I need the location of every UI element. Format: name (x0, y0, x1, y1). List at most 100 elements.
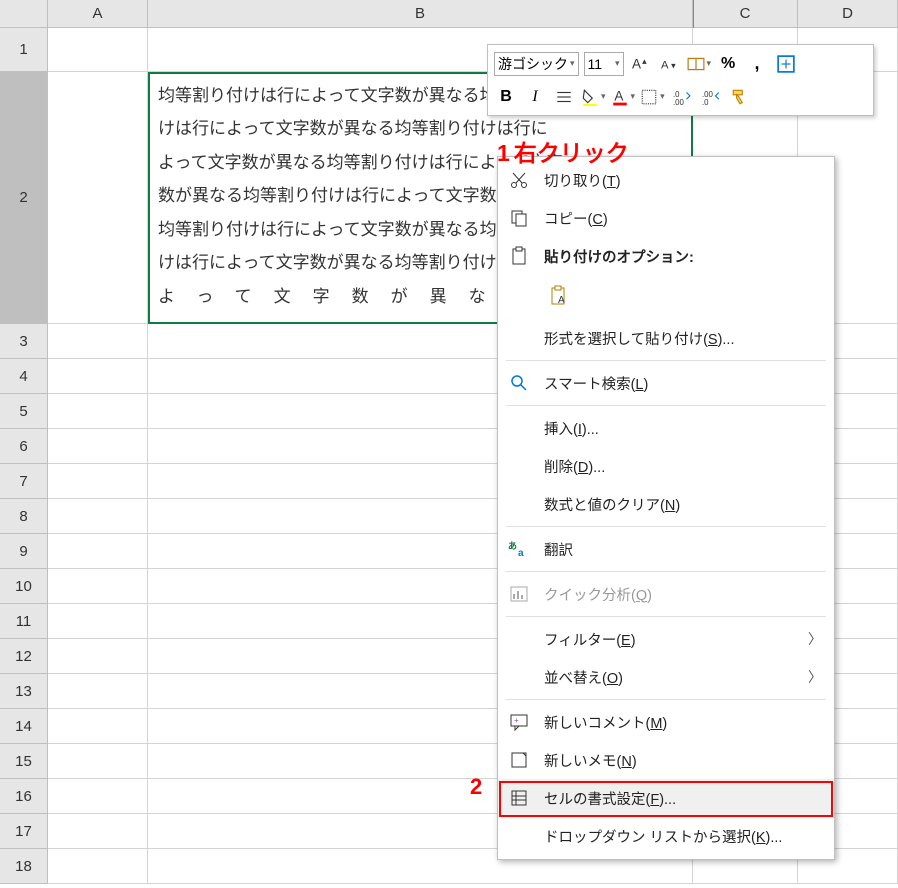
cell[interactable] (48, 849, 148, 884)
cell[interactable] (48, 499, 148, 534)
fill-color-button[interactable]: ▾ (581, 84, 606, 110)
menu-copy[interactable]: コピー(C) (498, 199, 834, 237)
row-header-2[interactable]: 2 (0, 72, 48, 324)
borders-button[interactable]: ▾ (640, 84, 665, 110)
italic-button[interactable]: I (523, 84, 547, 110)
svg-text:▾: ▾ (671, 60, 676, 70)
quick-analysis-icon (506, 581, 532, 607)
row-header-8[interactable]: 8 (0, 499, 48, 534)
svg-text:あ: あ (508, 541, 517, 551)
menu-separator (506, 699, 826, 700)
svg-text:.00: .00 (673, 97, 685, 105)
cell[interactable] (48, 779, 148, 814)
svg-text:.0: .0 (702, 97, 709, 105)
chevron-down-icon: ▾ (570, 58, 575, 69)
col-header-C[interactable]: C (693, 0, 798, 28)
increase-decimal-button[interactable]: .0.00 (670, 84, 694, 110)
font-name: 游ゴシック (498, 54, 568, 74)
row-header-14[interactable]: 14 (0, 709, 48, 744)
cell[interactable] (48, 604, 148, 639)
menu-format-cells[interactable]: セルの書式設定(F)... (498, 779, 834, 817)
row-header-9[interactable]: 9 (0, 534, 48, 569)
menu-label: フィルター(E) (544, 629, 796, 650)
conditional-format-button[interactable] (774, 51, 798, 77)
row-header-1[interactable]: 1 (0, 28, 48, 72)
menu-filter[interactable]: フィルター(E) 〉 (498, 620, 834, 658)
cell[interactable] (48, 534, 148, 569)
blank-icon (506, 626, 532, 652)
menu-new-note[interactable]: 新しいメモ(N) (498, 741, 834, 779)
row-header-12[interactable]: 12 (0, 639, 48, 674)
col-divider (693, 0, 694, 28)
cell[interactable] (48, 359, 148, 394)
align-button[interactable] (552, 84, 576, 110)
row-header-18[interactable]: 18 (0, 849, 48, 884)
menu-label: 数式と値のクリア(N) (544, 494, 822, 515)
font-size-select[interactable]: 11 ▾ (584, 52, 624, 76)
select-all-corner[interactable] (0, 0, 48, 28)
cell[interactable] (48, 814, 148, 849)
row-header-13[interactable]: 13 (0, 674, 48, 709)
menu-translate[interactable]: あa 翻訳 (498, 530, 834, 568)
col-header-B[interactable]: B (148, 0, 693, 28)
increase-font-button[interactable]: A▴ (629, 51, 653, 77)
menu-paste-special[interactable]: 形式を選択して貼り付け(S)... (498, 319, 834, 357)
row-header-16[interactable]: 16 (0, 779, 48, 814)
blank-icon (506, 415, 532, 441)
cell[interactable] (48, 744, 148, 779)
font-color-button[interactable]: A▾ (611, 84, 636, 110)
decrease-decimal-button[interactable]: .00.0 (699, 84, 723, 110)
decrease-font-button[interactable]: A▾ (658, 51, 682, 77)
cell[interactable] (48, 429, 148, 464)
menu-separator (506, 616, 826, 617)
col-header-D[interactable]: D (798, 0, 898, 28)
cell[interactable] (48, 324, 148, 359)
paste-default-button[interactable]: A (544, 281, 576, 313)
row-header-11[interactable]: 11 (0, 604, 48, 639)
merge-button[interactable]: ▾ (687, 51, 712, 77)
menu-dropdown-pick[interactable]: ドロップダウン リストから選択(K)... (498, 817, 834, 855)
menu-cut[interactable]: 切り取り(T) (498, 161, 834, 199)
row-header-4[interactable]: 4 (0, 359, 48, 394)
row-header-10[interactable]: 10 (0, 569, 48, 604)
menu-separator (506, 405, 826, 406)
row-header-6[interactable]: 6 (0, 429, 48, 464)
cell[interactable] (48, 674, 148, 709)
menu-insert[interactable]: 挿入(I)... (498, 409, 834, 447)
comma-button[interactable]: , (745, 51, 769, 77)
row-header-5[interactable]: 5 (0, 394, 48, 429)
chevron-down-icon: ▾ (615, 58, 620, 69)
cell-A2[interactable] (48, 72, 148, 324)
row-header-17[interactable]: 17 (0, 814, 48, 849)
chevron-down-icon: ▾ (707, 58, 712, 69)
font-family-select[interactable]: 游ゴシック▾ (494, 52, 579, 76)
font-size: 11 (588, 56, 603, 72)
cell[interactable] (48, 569, 148, 604)
row-header-15[interactable]: 15 (0, 744, 48, 779)
cell[interactable] (48, 709, 148, 744)
menu-label: 貼り付けのオプション: (544, 246, 822, 267)
row-header-7[interactable]: 7 (0, 464, 48, 499)
bold-button[interactable]: B (494, 84, 518, 110)
translate-icon: あa (506, 536, 532, 562)
row-header-3[interactable]: 3 (0, 324, 48, 359)
svg-text:A: A (632, 56, 641, 71)
percent-button[interactable]: % (716, 51, 740, 77)
menu-clear[interactable]: 数式と値のクリア(N) (498, 485, 834, 523)
format-painter-button[interactable] (728, 84, 752, 110)
copy-icon (506, 205, 532, 231)
cell[interactable] (48, 639, 148, 674)
menu-label: 削除(D)... (544, 456, 822, 477)
svg-text:A: A (614, 88, 623, 103)
cell-A1[interactable] (48, 28, 148, 72)
menu-new-comment[interactable]: + 新しいコメント(M) (498, 703, 834, 741)
chevron-down-icon: ▾ (660, 91, 665, 102)
col-header-A[interactable]: A (48, 0, 148, 28)
cell[interactable] (48, 464, 148, 499)
menu-delete[interactable]: 削除(D)... (498, 447, 834, 485)
svg-text:+: + (514, 716, 519, 725)
menu-smart-lookup[interactable]: スマート検索(L) (498, 364, 834, 402)
cell[interactable] (48, 394, 148, 429)
menu-sort[interactable]: 並べ替え(O) 〉 (498, 658, 834, 696)
menu-label: 新しいコメント(M) (544, 712, 822, 733)
